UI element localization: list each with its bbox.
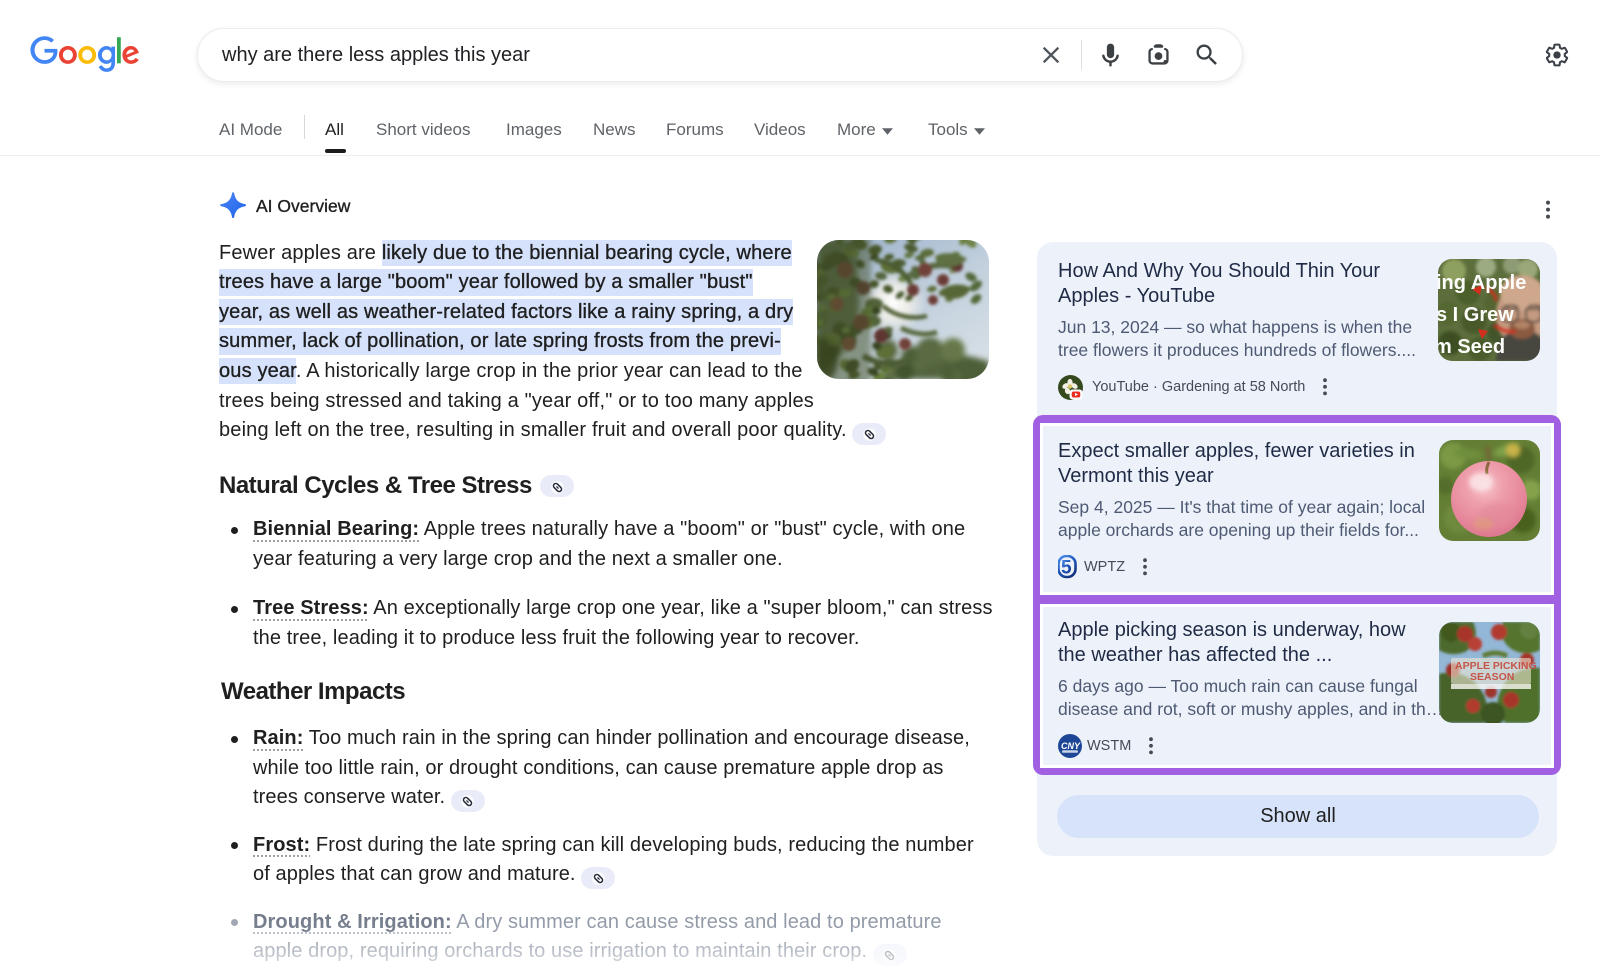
svg-text:ing Apple: ing Apple bbox=[1438, 272, 1526, 294]
svg-text:CNY: CNY bbox=[1061, 741, 1081, 751]
svg-text:SEASON: SEASON bbox=[1470, 671, 1514, 683]
svg-text:m Seed: m Seed bbox=[1438, 336, 1505, 358]
svg-text:5: 5 bbox=[1061, 557, 1072, 578]
svg-text:s I Grew: s I Grew bbox=[1438, 304, 1514, 326]
